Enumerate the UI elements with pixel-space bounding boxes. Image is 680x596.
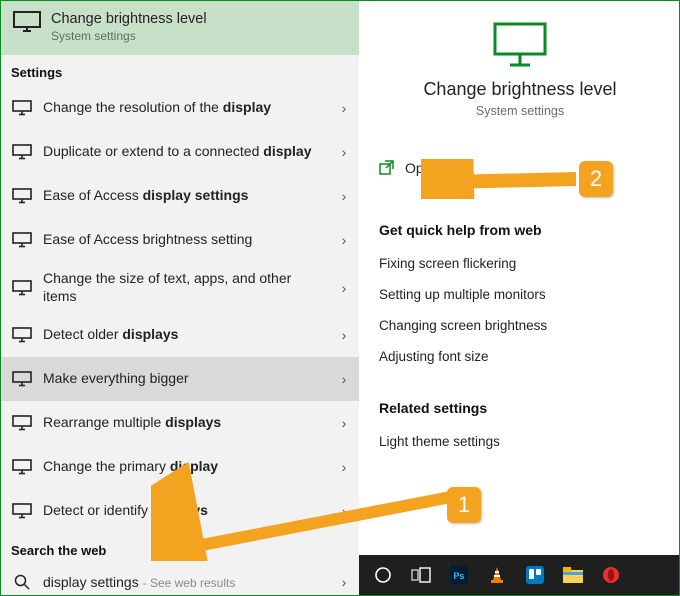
monitor-icon	[11, 100, 33, 116]
web-result-label: display settings - See web results	[43, 574, 325, 590]
settings-result-label: Detect or identify displays	[43, 502, 325, 520]
related-settings-title: Related settings	[379, 400, 661, 416]
monitor-icon	[11, 503, 33, 519]
chevron-right-icon: ›	[335, 280, 353, 296]
related-settings-block: Related settings Light theme settings	[379, 400, 661, 457]
help-link[interactable]: Fixing screen flickering	[379, 248, 661, 279]
monitor-icon	[13, 11, 41, 33]
settings-result-item[interactable]: Change the size of text, apps, and other…	[1, 262, 359, 313]
settings-result-item[interactable]: Duplicate or extend to a connected displ…	[1, 130, 359, 174]
open-icon	[379, 160, 395, 176]
search-icon	[11, 574, 33, 590]
chevron-right-icon: ›	[335, 100, 353, 116]
search-results-panel: Change brightness level System settings …	[1, 1, 359, 595]
settings-result-label: Change the primary display	[43, 458, 325, 476]
best-match-card[interactable]: Change brightness level System settings	[1, 1, 359, 55]
settings-section-label: Settings	[1, 55, 359, 86]
quick-help-block: Get quick help from web Fixing screen fl…	[379, 222, 661, 372]
monitor-icon	[11, 327, 33, 343]
monitor-icon	[11, 371, 33, 387]
settings-result-label: Rearrange multiple displays	[43, 414, 325, 432]
search-web-section-label: Search the web	[1, 533, 359, 564]
monitor-icon	[11, 232, 33, 248]
chevron-right-icon: ›	[335, 503, 353, 519]
settings-result-label: Detect older displays	[43, 326, 325, 344]
settings-result-label: Make everything bigger	[43, 370, 325, 388]
best-match-subtitle: System settings	[51, 29, 207, 43]
settings-result-item[interactable]: Rearrange multiple displays ›	[1, 401, 359, 445]
settings-result-item[interactable]: Ease of Access display settings ›	[1, 174, 359, 218]
settings-result-label: Change the resolution of the display	[43, 99, 325, 117]
related-settings-list: Light theme settings	[379, 426, 661, 457]
chevron-right-icon: ›	[335, 574, 353, 590]
help-link[interactable]: Changing screen brightness	[379, 310, 661, 341]
chevron-right-icon: ›	[335, 188, 353, 204]
details-icon	[379, 21, 661, 69]
trello-icon[interactable]	[525, 565, 545, 585]
settings-result-item[interactable]: Change the resolution of the display ›	[1, 86, 359, 130]
monitor-icon	[11, 415, 33, 431]
details-panel: Change brightness level System settings …	[359, 1, 679, 595]
settings-result-item[interactable]: Ease of Access brightness setting ›	[1, 218, 359, 262]
monitor-icon	[11, 144, 33, 160]
chevron-right-icon: ›	[335, 371, 353, 387]
settings-result-label: Ease of Access display settings	[43, 187, 325, 205]
cortana-icon[interactable]	[373, 565, 393, 585]
file-explorer-icon[interactable]	[563, 565, 583, 585]
settings-result-label: Ease of Access brightness setting	[43, 231, 325, 249]
settings-result-label: Change the size of text, apps, and other…	[43, 270, 325, 305]
chevron-right-icon: ›	[335, 415, 353, 431]
best-match-title: Change brightness level	[51, 11, 207, 27]
chevron-right-icon: ›	[335, 327, 353, 343]
details-title: Change brightness level	[379, 79, 661, 100]
monitor-icon	[11, 188, 33, 204]
open-label: Open	[405, 160, 439, 176]
best-match-text: Change brightness level System settings	[51, 11, 207, 43]
taskbar: Ps	[359, 555, 679, 595]
chevron-right-icon: ›	[335, 144, 353, 160]
chevron-right-icon: ›	[335, 459, 353, 475]
svg-text:Ps: Ps	[453, 571, 464, 581]
opera-icon[interactable]	[601, 565, 621, 585]
settings-result-item[interactable]: Make everything bigger ›	[1, 357, 359, 401]
start-menu-search-flyout: Change brightness level System settings …	[0, 0, 680, 596]
web-result-item[interactable]: display settings - See web results ›	[1, 564, 359, 596]
settings-result-label: Duplicate or extend to a connected displ…	[43, 143, 325, 161]
settings-result-item[interactable]: Detect older displays ›	[1, 313, 359, 357]
quick-help-list: Fixing screen flickeringSetting up multi…	[379, 248, 661, 372]
vlc-icon[interactable]	[487, 565, 507, 585]
open-action[interactable]: Open	[379, 156, 661, 180]
monitor-icon	[11, 280, 33, 296]
quick-help-title: Get quick help from web	[379, 222, 661, 238]
related-link[interactable]: Light theme settings	[379, 426, 661, 457]
chevron-right-icon: ›	[335, 232, 353, 248]
settings-result-item[interactable]: Change the primary display ›	[1, 445, 359, 489]
help-link[interactable]: Setting up multiple monitors	[379, 279, 661, 310]
details-subtitle: System settings	[379, 104, 661, 118]
settings-result-item[interactable]: Detect or identify displays ›	[1, 489, 359, 533]
monitor-icon	[11, 459, 33, 475]
photoshop-icon[interactable]: Ps	[449, 565, 469, 585]
help-link[interactable]: Adjusting font size	[379, 341, 661, 372]
settings-results-list: Change the resolution of the display › Dup…	[1, 86, 359, 533]
task-view-icon[interactable]	[411, 565, 431, 585]
